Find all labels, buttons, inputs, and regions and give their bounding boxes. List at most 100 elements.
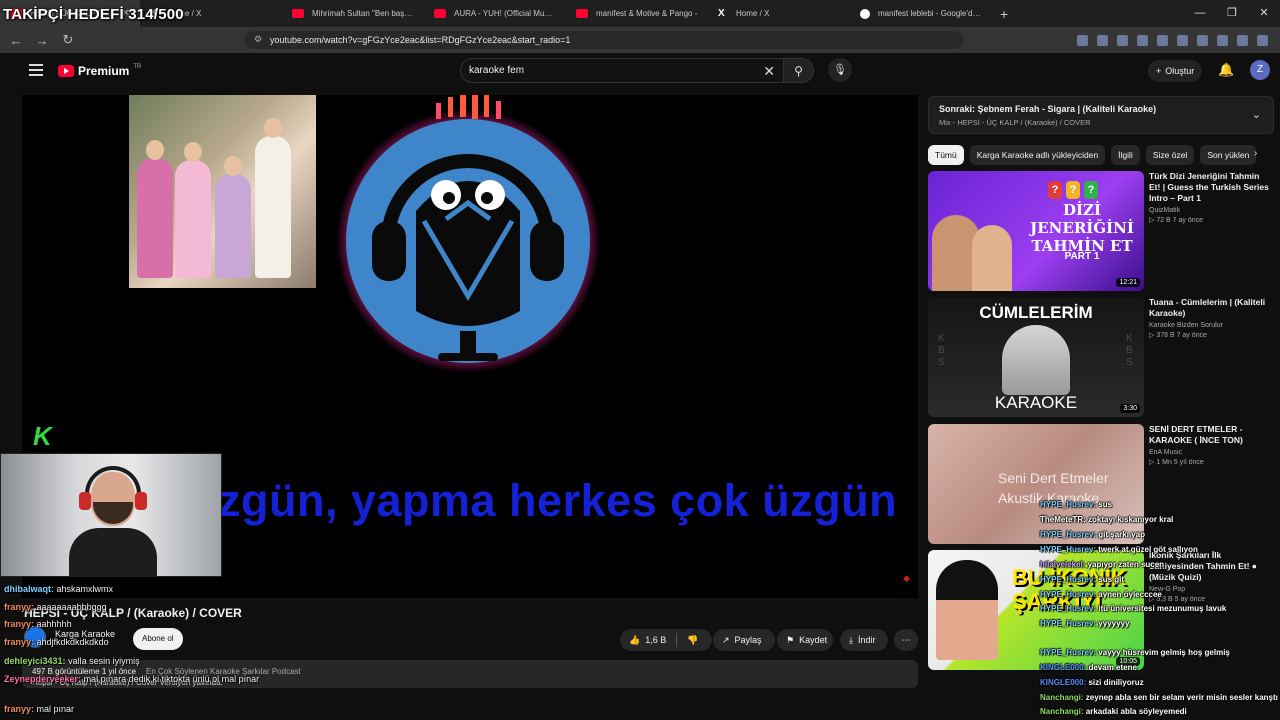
more-actions-button[interactable]: ⋯ [894, 629, 918, 651]
browser-tab-7[interactable]: manifest leblebi - Google'da A [850, 0, 992, 27]
recommendation-item[interactable]: Seni Dert Etmeler Akustik Karaoke SENİ D… [928, 424, 1274, 544]
video-thumbnail[interactable]: Seni Dert Etmeler Akustik Karaoke [928, 424, 1144, 544]
recommendation-channel[interactable]: QuizMatik [1149, 207, 1273, 214]
browser-tab-6[interactable]: X Home / X [708, 0, 850, 27]
recommendation-title[interactable]: Tuana - Cümlelerim | (Kaliteli Karaoke) [1149, 297, 1273, 319]
create-button[interactable]: + Oluştur [1148, 60, 1203, 82]
account-avatar[interactable]: Z [1250, 60, 1270, 80]
notifications-bell-icon[interactable]: 🔔 [1218, 62, 1234, 78]
url-field[interactable]: ⚙ youtube.com/watch?v=gFGzYce2eac&list=R… [244, 31, 964, 49]
recommendation-title[interactable]: SENİ DERT ETMELER - KARAOKE ( İNCE TON) [1149, 424, 1273, 446]
karaoke-lyric-line: zgün, yapma herkes çok üzgün [218, 475, 898, 526]
download-button[interactable]: ⤓ İndir [840, 629, 888, 651]
share-button[interactable]: ↗ Paylaş [713, 629, 775, 651]
chat-user: dhibalwaqt: [4, 584, 54, 594]
chip-uploader[interactable]: Karga Karaoke adlı yükleyiciden [969, 145, 1106, 165]
close-window-icon[interactable]: ✕ [1248, 0, 1280, 27]
chat-text: mal pınar [36, 704, 75, 714]
extension-icon[interactable] [1137, 34, 1148, 46]
chip-for-you[interactable]: Size özel [1145, 145, 1195, 165]
thumbs-down-icon[interactable]: 👎 [687, 635, 698, 646]
chevron-right-icon[interactable]: › [1254, 148, 1257, 159]
channel-watermark-icon: ◆ [903, 573, 910, 583]
chat-user: HYPE_Husrev: [1040, 590, 1097, 599]
back-arrow-icon[interactable]: ← [6, 33, 26, 48]
chat-text: ahskamxlwmx [56, 584, 114, 594]
menu-dots-icon[interactable] [1257, 34, 1268, 46]
chat-text: git şarkı yap [1098, 530, 1145, 539]
hamburger-menu-icon[interactable] [29, 64, 43, 76]
extension-icon[interactable] [1097, 34, 1108, 46]
chat-message: KINGLE000: sizi diniliyoruz [1040, 678, 1144, 687]
youtube-logo[interactable]: Premium TR [58, 64, 141, 78]
voice-search-button[interactable]: 🎙 [828, 58, 852, 82]
brand-label: Premium [78, 64, 130, 78]
chat-text: zoktayı kıskanıyor kral [1088, 515, 1174, 524]
search-icon: ⚲ [794, 64, 803, 78]
chat-message: franyy: aahhhhh [4, 619, 72, 629]
recommendation-item[interactable]: CÜMLELERİM K B S K B S KARAOKE 3:30 Tuan… [928, 297, 1274, 417]
minimize-icon[interactable]: — [1184, 0, 1216, 27]
thumbs-up-icon[interactable]: 👍 [629, 635, 640, 646]
extension-toolbar [1077, 27, 1268, 53]
recommendation-stats: ▷ 378 B 7 ay önce [1149, 332, 1207, 339]
save-button[interactable]: ⚑ Kaydet [777, 629, 833, 651]
subscribe-button[interactable]: Abone ol [133, 628, 183, 650]
video-thumbnail[interactable]: CÜMLELERİM K B S K B S KARAOKE 3:30 [928, 297, 1144, 417]
browser-tab-3[interactable]: Mihrimah Sultan "Ben başka s [282, 0, 424, 27]
chip-related[interactable]: İlgili [1111, 145, 1140, 165]
recommendation-channel[interactable]: New-G Pop [1149, 586, 1273, 593]
clear-search-icon[interactable]: ✕ [763, 63, 775, 80]
extension-icon[interactable] [1177, 34, 1188, 46]
extension-icon[interactable] [1197, 34, 1208, 46]
extension-icon[interactable] [1157, 34, 1168, 46]
kbs-mark: K B S [938, 333, 945, 368]
reload-icon[interactable]: ↻ [58, 32, 78, 48]
recommendation-title[interactable]: Türk Dizi Jeneriğini Tahmin Et! | Guess … [1149, 171, 1273, 204]
chat-user: Zeynepderveeker: [4, 674, 82, 684]
new-tab-icon[interactable]: + [1000, 6, 1008, 22]
recommendation-item[interactable]: ? ? ? DİZİ JENERİĞİNİ TAHMİN ET PART 1 1… [928, 171, 1274, 291]
playlist-up-next[interactable]: Sonraki: Şebnem Ferah - Sigara | (Kalite… [928, 96, 1274, 134]
share-icon: ↗ [722, 634, 730, 645]
up-next-subtitle: Mix - HEPSİ - ÜÇ KALP / (Karaoke) / COVE… [939, 118, 1091, 127]
recommendation-stats: ▷ 1 Mn 5 yıl önce [1149, 459, 1204, 466]
video-thumbnail[interactable]: ? ? ? DİZİ JENERİĞİNİ TAHMİN ET PART 1 1… [928, 171, 1144, 291]
extension-icon[interactable] [1117, 34, 1128, 46]
search-input[interactable]: karaoke fem ✕ [460, 58, 784, 83]
chat-text: aynen öylecccee [1098, 590, 1162, 599]
chat-user: HYPE_Husrev: [1040, 530, 1097, 539]
like-count[interactable]: 1,6 B [645, 635, 666, 645]
chat-message: Zeynepderveeker: mal pınara dedik ki tik… [4, 674, 259, 684]
thumbnail-line-1: Seni Dert Etmeler [998, 470, 1109, 486]
extension-icon[interactable] [1217, 34, 1228, 46]
maximize-icon[interactable]: ❐ [1216, 0, 1248, 27]
filter-chips: Tümü Karga Karaoke adlı yükleyiciden İlg… [928, 145, 1274, 165]
tab-title: manifest leblebi - Google'da A [878, 9, 982, 18]
recommendation-stats: ▷ 5,3 B 5 ay önce [1149, 596, 1205, 603]
search-value: karaoke fem [469, 65, 525, 76]
thumbnail-subtext: PART 1 [1064, 251, 1100, 262]
browser-tab-5[interactable]: manifest & Motive & Pango - [566, 0, 708, 27]
chat-message: dhibalwaqt: ahskamxlwmx [4, 584, 113, 594]
browser-tab-4[interactable]: AURA - YUH! (Official Music Vi [424, 0, 566, 27]
recommendation-title[interactable]: İkonik Şarkıları İlk Saniyesinden Tahmin… [1149, 550, 1273, 583]
chat-text: sus git [1098, 575, 1125, 584]
forward-arrow-icon[interactable]: → [32, 33, 52, 48]
site-info-icon[interactable]: ⚙ [254, 34, 262, 45]
extension-icon[interactable] [1237, 34, 1248, 46]
youtube-play-logo-icon [58, 65, 74, 77]
download-label: İndir [857, 635, 876, 645]
extension-icon[interactable] [1077, 34, 1088, 46]
recommendation-channel[interactable]: EnA Music [1149, 449, 1273, 456]
search-button[interactable]: ⚲ [784, 58, 814, 83]
chat-text: arkadaki abla söyleyemedi [1085, 707, 1187, 716]
chip-recent[interactable]: Son yüklen [1200, 145, 1257, 165]
chat-text: yapıyor zaten sucen [1087, 560, 1165, 569]
recommendation-channel[interactable]: Karaoke Bizden Sorulur [1149, 322, 1273, 329]
duration-badge: 3:30 [1120, 404, 1140, 413]
chip-all[interactable]: Tümü [928, 145, 964, 165]
chevron-down-icon[interactable]: ⌄ [1252, 108, 1261, 121]
chat-message: franyy: aaaaaaaabbbggg [4, 602, 107, 612]
streamer-webcam [0, 453, 222, 577]
